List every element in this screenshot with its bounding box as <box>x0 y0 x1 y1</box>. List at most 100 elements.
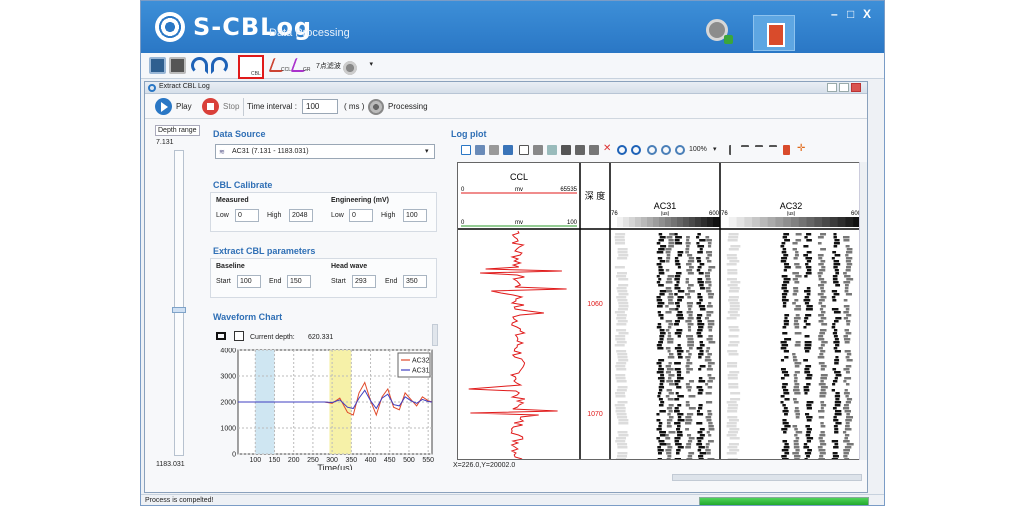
maximize-button[interactable]: □ <box>847 7 854 21</box>
ac31-color-scale <box>611 217 618 227</box>
waveform-scrollbar[interactable] <box>432 324 438 346</box>
save-icon[interactable] <box>149 57 166 74</box>
headwave-caption: Head wave <box>331 263 368 270</box>
track-color-icon[interactable] <box>783 145 790 155</box>
ac31-color-scale <box>671 217 678 227</box>
close-button[interactable]: X <box>863 7 871 21</box>
copy-icon[interactable] <box>547 145 557 155</box>
book-icon[interactable] <box>519 145 529 155</box>
extract-cbl-dialog: Extract CBL Log Play Stop Time interval … <box>144 81 868 493</box>
ac31-track-name: AC31 <box>654 201 677 211</box>
log-plot-canvas[interactable]: CCL 0 mv 65535 0 mv 100 深 度 AC31 (us) 76 600 AC32 (us… <box>457 162 861 460</box>
processing-label: Processing <box>388 102 428 111</box>
playback-bar: Play Stop Time interval : 100 ( ms ) Pro… <box>145 95 867 119</box>
depth-range-panel: Depth range 7.131 1183.031 <box>153 122 201 472</box>
print-icon[interactable] <box>489 145 499 155</box>
dialog-minimize-button[interactable] <box>827 83 837 92</box>
baseline-end-input[interactable]: 150 <box>287 275 311 288</box>
baseline-end-label: End <box>269 278 282 285</box>
divider <box>243 98 244 116</box>
engineering-high-label: High <box>381 212 396 219</box>
rectangle-tool-icon[interactable] <box>216 332 226 340</box>
ac31-color-scale <box>683 217 690 227</box>
ac32-color-scale <box>791 217 800 227</box>
data-source-select[interactable]: AC31 (7.131 - 1183.031) <box>215 144 435 159</box>
zoom-in-icon[interactable] <box>647 145 657 155</box>
undo-icon[interactable] <box>191 57 208 74</box>
baseline-start-label: Start <box>216 278 231 285</box>
redo-plot-icon[interactable] <box>631 145 641 155</box>
export-icon[interactable] <box>589 145 599 155</box>
filter-select[interactable]: 7点滤波 <box>313 59 375 73</box>
stop-icon <box>202 98 219 115</box>
ac31-color-scale <box>695 217 702 227</box>
x-tick-label: 400 <box>365 457 377 464</box>
undo-plot-icon[interactable] <box>617 145 627 155</box>
ac32-color-scale <box>798 217 808 227</box>
layer-icon[interactable] <box>575 145 585 155</box>
ac32-color-scale <box>744 217 753 227</box>
fit-tool-icon[interactable] <box>234 331 244 341</box>
pointer-icon[interactable] <box>461 145 471 155</box>
depth-tick-label: 1060 <box>587 301 603 308</box>
chevron-down-icon[interactable]: ▾ <box>425 147 429 155</box>
track-tool-icon[interactable] <box>729 145 735 155</box>
status-bar: Process is compelted! <box>141 494 884 505</box>
delete-icon[interactable]: ✕ <box>603 143 613 154</box>
legend-label: AC32 <box>412 358 430 365</box>
y-tick-label: 2000 <box>220 400 236 407</box>
track-scale-icon[interactable] <box>755 145 763 155</box>
data-source-title: Data Source <box>213 129 266 139</box>
x-tick-label: 200 <box>288 457 300 464</box>
zoom-chevron-down-icon[interactable]: ▾ <box>713 145 717 153</box>
time-interval-input[interactable]: 100 <box>302 99 338 114</box>
progress-bar <box>699 497 869 505</box>
headwave-end-input[interactable]: 350 <box>403 275 427 288</box>
measured-high-input[interactable]: 2048 <box>289 209 313 222</box>
ac32-color-scale <box>721 217 730 227</box>
cut-icon[interactable] <box>533 145 543 155</box>
image-icon[interactable] <box>561 145 571 155</box>
track-header-icon[interactable] <box>741 145 749 155</box>
time-interval-label: Time interval : <box>247 102 297 111</box>
play-label: Play <box>176 102 192 111</box>
dialog-title-bar: Extract CBL Log <box>145 82 867 94</box>
minimize-button[interactable]: – <box>831 7 838 21</box>
x-tick-label: 500 <box>403 457 415 464</box>
zoom-fit-icon[interactable] <box>675 145 685 155</box>
x-tick-label: 150 <box>269 457 281 464</box>
stop-label: Stop <box>223 102 240 111</box>
dialog-maximize-button[interactable] <box>839 83 849 92</box>
log-plot-scrollbar[interactable] <box>859 162 867 460</box>
save-plot-icon[interactable] <box>503 145 513 155</box>
pan-icon[interactable] <box>475 145 485 155</box>
engineering-high-input[interactable]: 100 <box>403 209 427 222</box>
cbl-processing-button[interactable]: CBL <box>238 55 359 79</box>
measured-high-label: High <box>267 212 282 219</box>
depth-slider[interactable] <box>172 150 186 456</box>
ccl-max: 65535 <box>560 187 577 193</box>
waveform-chart: 100 150 200 250 300 350 400 450 500 5500100020003… <box>220 348 434 470</box>
ac31-color-scale <box>641 217 648 227</box>
measured-low-input[interactable]: 0 <box>235 209 259 222</box>
engineering-low-input[interactable]: 0 <box>349 209 373 222</box>
zoom-level[interactable]: 100% <box>689 146 707 153</box>
extract-parameters-title: Extract CBL parameters <box>213 246 316 256</box>
headwave-end-label: End <box>385 278 398 285</box>
ac32-color-scale <box>775 217 784 227</box>
x-axis-label: Time(us) <box>317 463 352 470</box>
depth-slider-handle[interactable] <box>172 307 186 313</box>
headwave-start-input[interactable]: 293 <box>352 275 376 288</box>
zoom-out-icon[interactable] <box>661 145 671 155</box>
ac31-color-scale <box>665 217 672 227</box>
crosshair-icon[interactable]: ✛ <box>797 143 807 154</box>
dialog-close-button[interactable] <box>851 83 861 92</box>
ac32-color-scale <box>783 217 792 227</box>
track-grid-icon[interactable] <box>769 145 777 155</box>
calculator-icon[interactable] <box>169 57 186 74</box>
settings-gear-icon[interactable] <box>706 19 733 44</box>
redo-icon[interactable] <box>211 57 228 74</box>
horizontal-scrollbar[interactable] <box>672 474 862 481</box>
baseline-start-input[interactable]: 100 <box>237 275 261 288</box>
book-tool-icon[interactable] <box>753 15 795 51</box>
